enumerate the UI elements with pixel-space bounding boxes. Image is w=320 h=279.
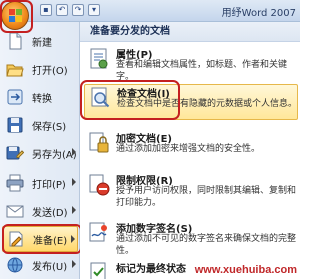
submenu-item-desc: 通过添加不可见的数字签名来确保文档的完整性。 xyxy=(116,234,297,256)
menu-item-save-as[interactable]: 另存为(A) xyxy=(2,140,78,166)
menu-item-open[interactable]: 打开(O) xyxy=(2,56,78,82)
save-icon[interactable]: ▪ xyxy=(40,4,52,16)
menu-item-print[interactable]: 打印(P) xyxy=(2,170,78,196)
submenu-item-desc: 授予用户访问权限，同时限制其编辑、复制和打印能力。 xyxy=(116,186,297,208)
menu-item-label: 新建 xyxy=(32,37,52,49)
submenu-item-properties[interactable]: 属性(P) 查看和编辑文档属性，如标题、作者和关键字。 xyxy=(84,46,298,82)
digital-signature-icon xyxy=(88,222,110,244)
menu-item-label: 另存为(A) xyxy=(32,149,77,161)
publish-icon xyxy=(6,256,24,274)
save-as-icon xyxy=(6,144,25,162)
menu-item-label: 打印(P) xyxy=(32,179,66,191)
convert-icon xyxy=(6,88,24,106)
new-document-icon xyxy=(6,32,24,50)
window-title: 用纾Word 2007 xyxy=(221,8,296,19)
watermark: www.xuehuiba.com xyxy=(194,264,297,276)
encrypt-document-icon xyxy=(88,132,110,154)
submenu-item-encrypt-document[interactable]: 加密文档(E) 通过添加加密来增强文档的安全性。 xyxy=(84,130,298,166)
menu-item-label: 打开(O) xyxy=(32,65,68,77)
save-icon xyxy=(6,116,24,134)
properties-icon xyxy=(88,48,110,70)
menu-item-send[interactable]: 发送(D) xyxy=(2,198,78,224)
submenu-arrow-icon xyxy=(72,260,76,268)
restrict-permission-icon xyxy=(88,174,110,196)
menu-item-publish[interactable]: 发布(U) xyxy=(2,252,78,278)
open-folder-icon xyxy=(6,60,24,78)
menu-item-label: 发送(D) xyxy=(32,207,68,219)
customize-icon[interactable]: ▾ xyxy=(88,4,100,16)
undo-icon[interactable]: ↶ xyxy=(56,4,68,16)
submenu-arrow-icon xyxy=(72,148,76,156)
office-button-highlight xyxy=(0,0,33,33)
inspect-document-highlight xyxy=(80,80,180,120)
submenu-item-title: 标记为最终状态 xyxy=(116,264,186,275)
title-bar: ▪ ↶ ↷ ▾ 用纾Word 2007 xyxy=(0,0,300,22)
quick-access-toolbar: ▪ ↶ ↷ ▾ xyxy=(40,4,100,16)
prepare-submenu: 准备要分发的文档 属性(P) 查看和编辑文档属性，如标题、作者和关键字。 检查文… xyxy=(80,22,300,279)
send-icon xyxy=(6,202,24,220)
mark-final-icon xyxy=(88,262,110,279)
prepare-highlight xyxy=(2,224,82,254)
submenu-item-digital-signature[interactable]: 添加数字签名(S) 通过添加不可见的数字签名来确保文档的完整性。 xyxy=(84,220,298,256)
menu-item-label: 保存(S) xyxy=(32,121,67,133)
menu-item-convert[interactable]: 转换 xyxy=(2,84,78,110)
submenu-arrow-icon xyxy=(72,178,76,186)
submenu-item-restrict-permission[interactable]: 限制权限(R) 授予用户访问权限，同时限制其编辑、复制和打印能力。 xyxy=(84,172,298,216)
submenu-header: 准备要分发的文档 xyxy=(80,22,300,42)
submenu-item-desc: 通过添加加密来增强文档的安全性。 xyxy=(116,144,261,154)
redo-icon[interactable]: ↷ xyxy=(72,4,84,16)
menu-item-save[interactable]: 保存(S) xyxy=(2,112,78,138)
submenu-arrow-icon xyxy=(72,206,76,214)
menu-item-label: 发布(U) xyxy=(32,261,68,273)
print-icon xyxy=(6,174,24,192)
menu-item-label: 转换 xyxy=(32,93,52,105)
